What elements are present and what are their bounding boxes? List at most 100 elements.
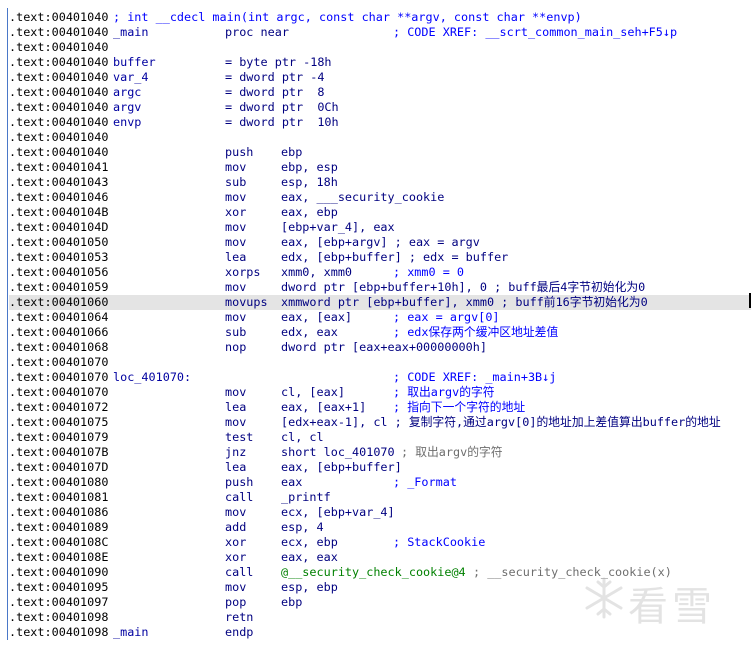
line-mnemonic: mov — [225, 385, 247, 399]
line-operands: ecx, ebp — [281, 535, 338, 549]
line-mnemonic: lea — [225, 460, 247, 474]
line-operands: eax, [ebp+argv] ; eax = argv — [281, 235, 480, 249]
listing-line[interactable]: .text:00401040 ; int __cdecl main(int arg… — [9, 10, 751, 25]
watermark: 看雪 — [582, 568, 742, 630]
line-mnemonic: pop — [225, 595, 247, 609]
line-operands: esp, ebp — [281, 580, 338, 594]
line-operands: esp, 4 — [281, 520, 324, 534]
line-address: .text:00401081 — [9, 490, 109, 504]
line-mnemonic: test — [225, 430, 254, 444]
line-mnemonic: xor — [225, 205, 247, 219]
listing-line[interactable]: .text:00401043 sub esp, 18h — [9, 175, 751, 190]
line-address: .text:0040108E — [9, 550, 109, 564]
line-mnemonic: endp — [225, 625, 254, 639]
line-address: .text:00401072 — [9, 400, 109, 414]
listing-line[interactable]: .text:00401059 mov dword ptr [ebp+buffer+1… — [9, 280, 751, 295]
listing-line[interactable]: .text:0040108C xor ecx, ebp ; StackCookie — [9, 535, 751, 550]
line-address: .text:0040104B — [9, 205, 109, 219]
listing-line[interactable]: .text:0040104D mov [ebp+var_4], eax — [9, 220, 751, 235]
line-comment: ; StackCookie — [393, 535, 486, 549]
line-operands: dword ptr [eax+eax+00000000h] — [281, 340, 487, 354]
listing-line[interactable]: .text:00401040 buffer = byte ptr -18h — [9, 55, 751, 70]
line-mnemonic: add — [225, 520, 247, 534]
line-address: .text:00401041 — [9, 160, 109, 174]
line-address: .text:00401040 — [9, 55, 109, 69]
listing-line[interactable]: .text:00401040 push ebp — [9, 145, 751, 160]
listing-line[interactable]: .text:00401064 mov eax, [eax] ; eax = argv[… — [9, 310, 751, 325]
line-address: .text:0040104D — [9, 220, 109, 234]
line-address: .text:0040108C — [9, 535, 109, 549]
listing-line[interactable]: .text:00401072 lea eax, [eax+1] ; 指向下一个字符的地… — [9, 400, 751, 415]
line-address: .text:00401098 — [9, 610, 109, 624]
line-address: .text:00401040 — [9, 145, 109, 159]
listing-line[interactable]: .text:00401066 sub edx, eax ; edx保存两个缓冲区地址差… — [9, 325, 751, 340]
line-mnemonic: = dword ptr 10h — [225, 115, 339, 129]
line-operands: ecx, [ebp+var_4] — [281, 505, 395, 519]
line-operands: edx, [ebp+buffer] ; edx = buffer — [281, 250, 509, 264]
listing-line[interactable]: .text:00401080 push eax ; _Format — [9, 475, 751, 490]
line-operands: _printf — [281, 490, 331, 504]
line-address: .text:00401040 — [9, 115, 109, 129]
line-operands: esp, 18h — [281, 175, 338, 189]
listing-line[interactable]: .text:00401056 xorps xmm0, xmm0 ; xmm0 = 0 — [9, 265, 751, 280]
snowflake-icon — [585, 577, 623, 619]
line-mnemonic: movups — [225, 295, 268, 309]
disassembly-listing[interactable]: .text:00401040 ; int __cdecl main(int arg… — [9, 10, 751, 640]
line-operands: eax — [281, 475, 303, 489]
line-comment: ; CODE XREF: __scrt_common_main_seh+F5↓p — [393, 25, 678, 39]
line-comment: ; 取出argv的字符 — [401, 445, 503, 459]
listing-line[interactable]: .text:00401081 call _printf — [9, 490, 751, 505]
listing-line[interactable]: .text:00401075 mov [edx+eax-1], cl ; 复制字符,… — [9, 415, 751, 430]
line-mnemonic: = dword ptr -4 — [225, 70, 325, 84]
listing-line[interactable]: .text:00401040 — [9, 130, 751, 145]
listing-line[interactable]: .text:0040107D lea eax, [ebp+buffer] — [9, 460, 751, 475]
line-operands: [ebp+var_4], eax — [281, 220, 395, 234]
line-mnemonic: call — [225, 490, 254, 504]
line-mnemonic: lea — [225, 250, 247, 264]
listing-line[interactable]: .text:00401060 movups xmmword ptr [ebp+buf… — [9, 295, 751, 310]
line-address: .text:00401040 — [9, 25, 109, 39]
line-mnemonic: mov — [225, 310, 247, 324]
listing-line[interactable]: .text:00401040 argc = dword ptr 8 — [9, 85, 751, 100]
line-operands: cl, cl — [281, 430, 324, 444]
listing-line[interactable]: .text:00401040 envp = dword ptr 10h — [9, 115, 751, 130]
listing-line[interactable]: .text:00401079 test cl, cl — [9, 430, 751, 445]
listing-line[interactable]: .text:00401040 — [9, 40, 751, 55]
line-label: envp — [113, 115, 142, 129]
line-operands: eax, ___security_cookie — [281, 190, 445, 204]
line-label: _main — [113, 625, 149, 639]
listing-line[interactable]: .text:00401068 nop dword ptr [eax+eax+0000… — [9, 340, 751, 355]
listing-line[interactable]: .text:00401089 add esp, 4 — [9, 520, 751, 535]
listing-line[interactable]: .text:0040104B xor eax, ebp — [9, 205, 751, 220]
line-address: .text:00401075 — [9, 415, 109, 429]
line-address: .text:00401040 — [9, 100, 109, 114]
line-address: .text:00401043 — [9, 175, 109, 189]
listing-line[interactable]: .text:0040107B jnz short loc_401070 ; 取出arg… — [9, 445, 751, 460]
line-operands: eax, [eax+1] — [281, 400, 367, 414]
listing-line[interactable]: .text:00401070 — [9, 355, 751, 370]
line-address: .text:00401097 — [9, 595, 109, 609]
listing-line[interactable]: .text:00401040 _main proc near ; CODE XREF:… — [9, 25, 751, 40]
line-mnemonic: lea — [225, 400, 247, 414]
line-operands: cl, [eax] — [281, 385, 345, 399]
line-comment: ; int __cdecl main(int argc, const char … — [113, 10, 582, 24]
listing-line[interactable]: .text:00401086 mov ecx, [ebp+var_4] — [9, 505, 751, 520]
line-address: .text:00401059 — [9, 280, 109, 294]
listing-line[interactable]: .text:00401040 argv = dword ptr 0Ch — [9, 100, 751, 115]
listing-line[interactable]: .text:00401041 mov ebp, esp — [9, 160, 751, 175]
line-label: var_4 — [113, 70, 149, 84]
listing-line[interactable]: .text:0040108E xor eax, eax — [9, 550, 751, 565]
listing-line[interactable]: .text:00401070 loc_401070: ; CODE XREF: _m… — [9, 370, 751, 385]
line-mnemonic: xor — [225, 535, 247, 549]
listing-line[interactable]: .text:00401070 mov cl, [eax] ; 取出argv的字符 — [9, 385, 751, 400]
line-address: .text:00401070 — [9, 385, 109, 399]
listing-line[interactable]: .text:00401053 lea edx, [ebp+buffer] ; edx… — [9, 250, 751, 265]
listing-line[interactable]: .text:00401040 var_4 = dword ptr -4 — [9, 70, 751, 85]
line-mnemonic: xorps — [225, 265, 261, 279]
line-mnemonic: mov — [225, 190, 247, 204]
listing-line[interactable]: .text:00401050 mov eax, [ebp+argv] ; eax =… — [9, 235, 751, 250]
line-mnemonic: sub — [225, 175, 247, 189]
line-operands: ebp — [281, 595, 303, 609]
listing-line[interactable]: .text:00401046 mov eax, ___security_cookie — [9, 190, 751, 205]
line-address: .text:00401086 — [9, 505, 109, 519]
